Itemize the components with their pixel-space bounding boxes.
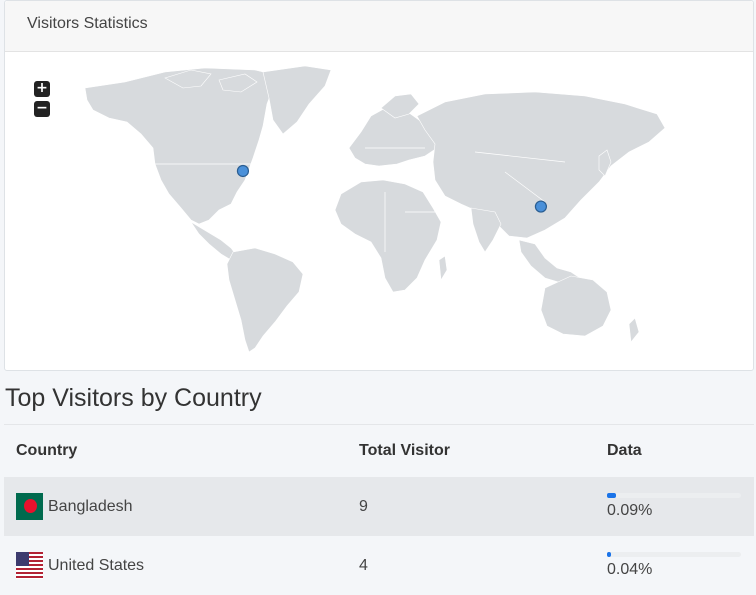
country-name: Bangladesh bbox=[48, 497, 133, 515]
percent-value: 0.09% bbox=[607, 502, 653, 519]
zoom-in-button[interactable]: + bbox=[34, 81, 50, 97]
new-zealand-shape bbox=[628, 317, 640, 343]
visitor-count: 4 bbox=[359, 556, 368, 574]
table-row: Bangladesh 9 0.09% bbox=[4, 477, 754, 536]
world-map-svg bbox=[84, 65, 666, 353]
progress-fill bbox=[607, 493, 616, 498]
central-america-shape bbox=[190, 221, 238, 261]
australia-shape bbox=[540, 275, 612, 337]
asia-shape bbox=[416, 91, 666, 239]
progress-bar bbox=[607, 493, 741, 498]
panel-title: Visitors Statistics bbox=[5, 1, 753, 52]
map-marker-bangladesh[interactable] bbox=[534, 200, 548, 213]
country-name: United States bbox=[48, 556, 145, 574]
india-shape bbox=[470, 207, 502, 253]
zoom-out-button[interactable]: − bbox=[34, 101, 50, 117]
us-flag-icon bbox=[16, 552, 43, 579]
africa-shape bbox=[334, 179, 442, 293]
north-america-shape bbox=[84, 67, 281, 225]
visitor-count: 9 bbox=[359, 497, 368, 515]
bangladesh-flag-icon bbox=[16, 493, 43, 520]
section-title: Top Visitors by Country bbox=[5, 384, 262, 412]
map-marker-united-states[interactable] bbox=[236, 164, 250, 178]
madagascar-shape bbox=[438, 255, 448, 281]
south-america-shape bbox=[226, 247, 304, 353]
table-row: United States 4 0.04% bbox=[4, 536, 754, 595]
visitors-statistics-panel: Visitors Statistics + − bbox=[4, 0, 754, 371]
progress-bar bbox=[607, 552, 741, 557]
percent-value: 0.04% bbox=[607, 561, 653, 578]
header-country: Country bbox=[16, 442, 78, 459]
world-map[interactable]: + − bbox=[5, 52, 753, 370]
greenland-shape bbox=[262, 65, 332, 135]
header-data: Data bbox=[607, 442, 642, 459]
progress-fill bbox=[607, 552, 611, 557]
header-total-visitor: Total Visitor bbox=[359, 442, 450, 459]
table-header: Country Total Visitor Data bbox=[4, 424, 754, 477]
top-visitors-table: Country Total Visitor Data Bangladesh 9 … bbox=[4, 424, 754, 595]
